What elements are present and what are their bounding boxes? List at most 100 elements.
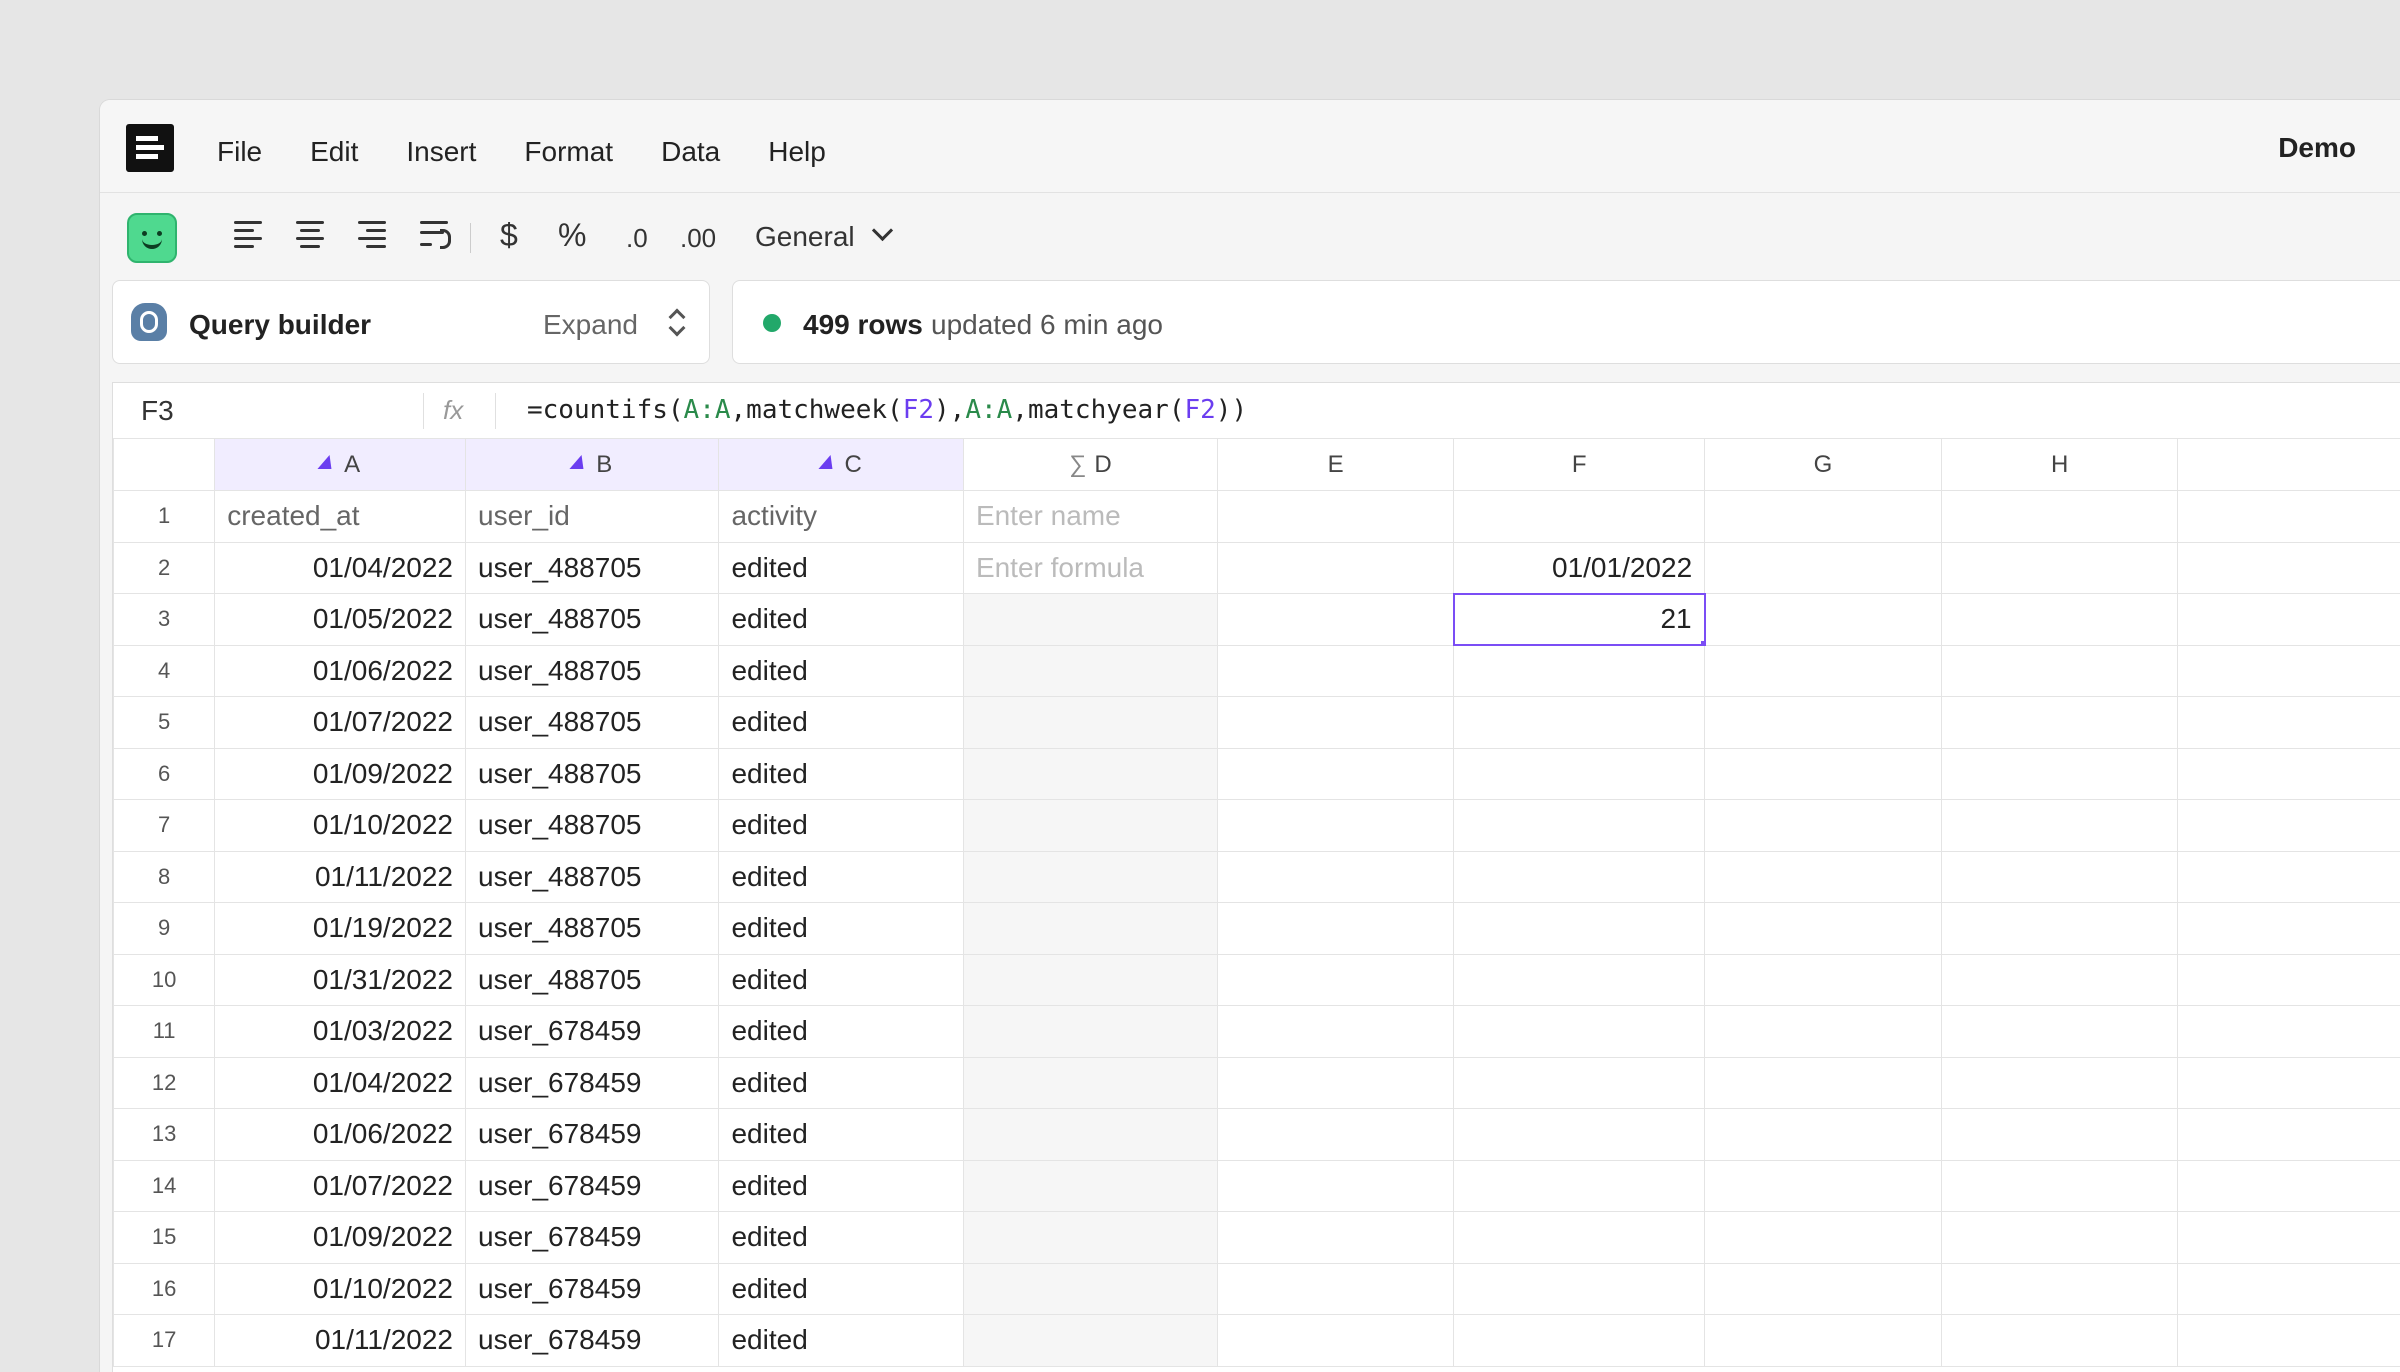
align-left-icon[interactable] [234,219,266,249]
cell[interactable] [2177,644,2400,697]
cell-created-at[interactable]: 01/09/2022 [214,1211,466,1264]
row-number[interactable]: 5 [113,696,216,749]
cell[interactable] [1216,593,1455,646]
cell[interactable] [1216,1108,1455,1161]
cell-user-id[interactable]: user_488705 [464,593,720,646]
cell[interactable] [962,593,1218,646]
cell[interactable] [2177,1314,2400,1367]
cell-created-at[interactable]: 01/04/2022 [214,1056,466,1109]
row-number[interactable]: 13 [113,1108,216,1161]
row-number[interactable]: 15 [113,1211,216,1264]
cell[interactable] [1453,1211,1706,1264]
cell-created-at[interactable]: 01/09/2022 [214,747,466,800]
cell[interactable] [1940,696,2179,749]
cell[interactable] [1940,490,2179,543]
cell[interactable] [2177,747,2400,800]
cell[interactable] [1704,490,1942,543]
cell[interactable] [1216,902,1455,955]
cell-user-id[interactable]: user_488705 [464,799,720,852]
cell-a1[interactable]: created_at [214,490,466,543]
column-header-next[interactable] [2177,438,2400,491]
cell[interactable] [1216,1159,1455,1212]
cell[interactable] [1216,1211,1455,1264]
menu-insert[interactable]: Insert [406,136,476,168]
cell[interactable] [1704,1314,1942,1367]
row-number[interactable]: 14 [113,1159,216,1212]
cell-activity[interactable]: edited [718,593,964,646]
cell-user-id[interactable]: user_488705 [464,953,720,1006]
cell[interactable] [1940,953,2179,1006]
cell[interactable] [1704,1108,1942,1161]
wrap-text-icon[interactable] [420,219,452,249]
row-number[interactable]: 4 [113,644,216,697]
cell[interactable] [962,1314,1218,1367]
cell[interactable] [962,1056,1218,1109]
cell[interactable] [962,696,1218,749]
cell[interactable] [2177,1211,2400,1264]
cell-user-id[interactable]: user_678459 [464,1262,720,1315]
cell[interactable] [1453,1056,1706,1109]
cell[interactable] [1453,490,1706,543]
cell[interactable] [962,1211,1218,1264]
row-number[interactable]: 6 [113,747,216,800]
column-name-input[interactable]: Enter name [962,490,1218,543]
cell[interactable] [2177,799,2400,852]
app-logo-icon[interactable] [126,124,174,172]
query-builder-panel[interactable]: Query builder Expand [112,280,710,364]
cell-created-at[interactable]: 01/06/2022 [214,1108,466,1161]
cell[interactable] [962,1159,1218,1212]
formula-input[interactable]: =countifs(A:A,matchweek(F2),A:A,matchyea… [527,395,1247,425]
cell[interactable] [2177,902,2400,955]
cell[interactable] [1704,644,1942,697]
smiley-assistant-icon[interactable] [127,213,177,263]
cell[interactable] [1216,644,1455,697]
menu-help[interactable]: Help [768,136,826,168]
cell[interactable] [1704,799,1942,852]
row-number[interactable]: 8 [113,850,216,903]
cell[interactable] [1940,799,2179,852]
menu-format[interactable]: Format [524,136,613,168]
cell-activity[interactable]: edited [718,799,964,852]
cell[interactable] [1216,696,1455,749]
cell-user-id[interactable]: user_488705 [464,747,720,800]
cell-activity[interactable]: edited [718,1211,964,1264]
number-format-select[interactable]: General [755,221,855,253]
menu-data[interactable]: Data [661,136,720,168]
cell[interactable] [1216,953,1455,1006]
cell[interactable] [2177,850,2400,903]
cell-created-at[interactable]: 01/19/2022 [214,902,466,955]
cell[interactable] [1704,1159,1942,1212]
cell-activity[interactable]: edited [718,1159,964,1212]
cell[interactable] [1216,541,1455,594]
row-number[interactable]: 11 [113,1005,216,1058]
cell[interactable] [1704,1262,1942,1315]
column-header-a[interactable]: A [214,438,466,491]
cell[interactable] [2177,1159,2400,1212]
cell[interactable] [1940,902,2179,955]
expand-button[interactable]: Expand [543,309,638,341]
row-number[interactable]: 3 [113,593,216,646]
cell[interactable] [1704,593,1942,646]
cell[interactable] [1216,747,1455,800]
row-number[interactable]: 16 [113,1262,216,1315]
cell[interactable] [962,850,1218,903]
cell[interactable] [2177,1005,2400,1058]
cell[interactable] [1704,696,1942,749]
cell-created-at[interactable]: 01/07/2022 [214,1159,466,1212]
cell-created-at[interactable]: 01/10/2022 [214,1262,466,1315]
cell-user-id[interactable]: user_678459 [464,1314,720,1367]
cell[interactable] [1940,747,2179,800]
cell[interactable] [1453,644,1706,697]
cell-created-at[interactable]: 01/05/2022 [214,593,466,646]
cell-f3-selected[interactable]: 21 [1452,592,1706,646]
column-header-h[interactable]: H [1940,438,2179,491]
cell[interactable] [1216,1056,1455,1109]
cell[interactable] [1453,1314,1706,1367]
cell[interactable] [1216,1005,1455,1058]
cell-created-at[interactable]: 01/07/2022 [214,696,466,749]
menu-edit[interactable]: Edit [310,136,358,168]
cell[interactable] [2177,696,2400,749]
cell-user-id[interactable]: user_488705 [464,644,720,697]
cell[interactable] [2177,490,2400,543]
cell[interactable] [1940,1108,2179,1161]
